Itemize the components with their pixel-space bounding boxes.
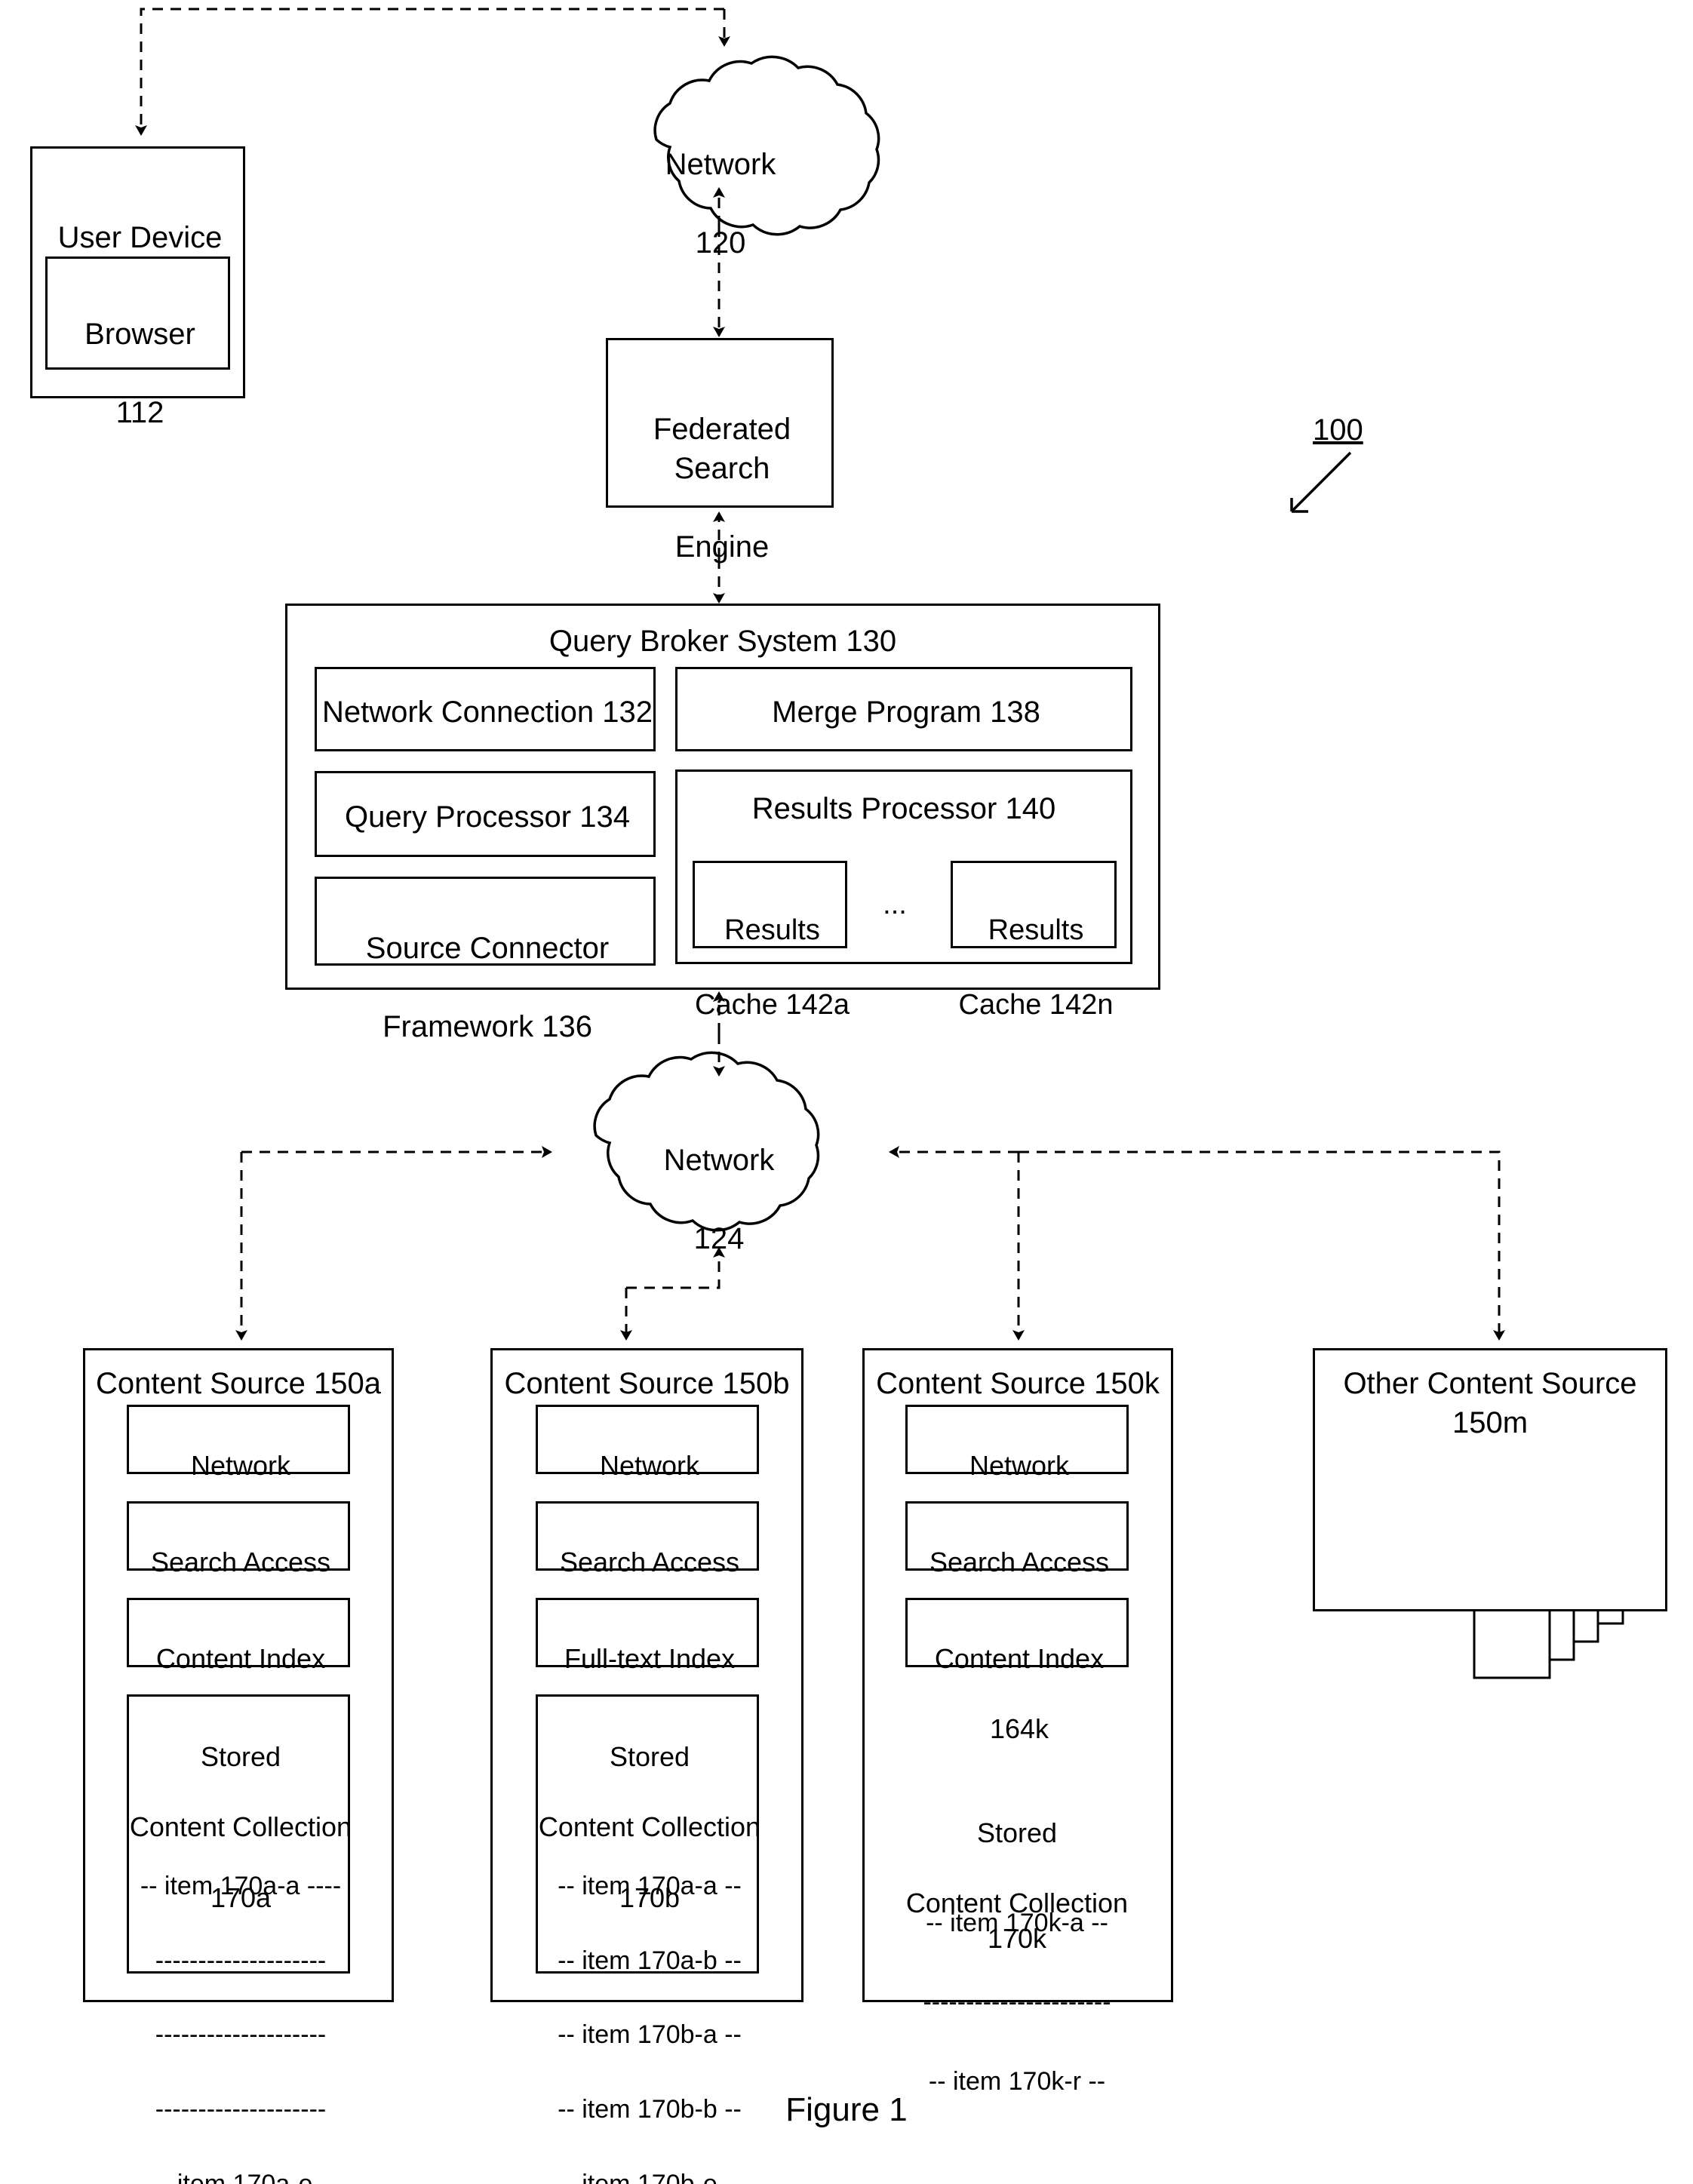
federated-search-engine-box[interactable]: Federated Search Engine 122	[606, 338, 834, 642]
cache-142a-line2: Cache 142a	[695, 989, 850, 1021]
scc170a-line1: Stored	[200, 1740, 281, 1772]
results-cache-142n-label: Results Cache 142n	[953, 875, 1119, 1061]
list-item: -- item 170a-a ----	[140, 1872, 342, 1901]
search-access-162a-box[interactable]: Search Access 162a	[127, 1501, 350, 1648]
query-processor-134-box[interactable]: Query Processor 134	[315, 771, 656, 857]
source-connector-framework-136-box[interactable]: Source Connector Framework 136	[315, 877, 656, 1043]
cache-142n-line1: Results	[988, 914, 1084, 947]
nc160k-line1: Network	[969, 1449, 1070, 1481]
query-broker-system-title: Query Broker System 130	[548, 625, 897, 658]
nc160a-line1: Network	[190, 1449, 291, 1481]
network-connection-132-box[interactable]: Network Connection 132	[315, 667, 656, 751]
search-access-162b-box[interactable]: Search Access 162b	[536, 1501, 759, 1648]
results-cache-142a-box[interactable]: Results Cache 142a	[693, 861, 850, 1021]
query-processor-134-label: Query Processor 134	[345, 800, 630, 834]
network-connection-160b-box[interactable]: Network Connection 160b	[536, 1405, 759, 1551]
full-text-index-164b-box[interactable]: Full-text Index 164b	[536, 1598, 759, 1744]
browser-ref: 112	[115, 396, 164, 429]
content-index-164a-box[interactable]: Content Index 164a	[127, 1598, 350, 1744]
arrow-network124-to-other-cs150m	[1019, 1150, 1505, 1341]
list-item: -- item 170a-a --	[558, 1872, 742, 1901]
ci164k-line1: Content Index	[934, 1642, 1105, 1674]
cache-142a-line1: Results	[724, 914, 820, 947]
list-item: --------------------	[155, 2020, 327, 2050]
scf-line2: Framework 136	[383, 1010, 592, 1043]
browser-box[interactable]: Browser 112	[45, 256, 230, 429]
network-120-title: Network	[665, 148, 776, 181]
list-item: --------------------	[155, 1946, 327, 1975]
content-index-164k-label: Content Index 164k	[908, 1606, 1131, 1783]
scc170b-line1: Stored	[609, 1740, 690, 1772]
fse-line1: Federated Search	[653, 413, 791, 485]
content-index-164k-box[interactable]: Content Index 164k	[905, 1598, 1129, 1744]
scc170b-items: -- item 170a-a -- -- item 170a-b -- -- i…	[538, 1831, 761, 2184]
search-access-162k-box[interactable]: Search Access 162k	[905, 1501, 1129, 1648]
source-connector-framework-136-label: Source Connector Framework 136	[317, 889, 658, 1086]
network-120-label: Network 120	[626, 106, 815, 302]
content-source-150a-title: Content Source 150a	[95, 1367, 382, 1400]
ci164k-line2: 164k	[989, 1713, 1049, 1745]
scc170a-items: -- item 170a-a ---- --------------------…	[129, 1831, 352, 2184]
scf-line1: Source Connector	[365, 932, 610, 965]
system-ref-leader-line	[1290, 451, 1352, 513]
stored-content-collection-170a-box[interactable]: Stored Content Collection 170a -- item 1…	[127, 1694, 352, 2184]
merge-program-138-box[interactable]: Merge Program 138	[675, 667, 1132, 751]
ci164a-line1: Content Index	[155, 1642, 326, 1674]
fse-line2: Engine	[674, 530, 770, 564]
results-processor-140-title: Results Processor 140	[751, 792, 1056, 825]
network-connection-160a-box[interactable]: Network Connection 160a	[127, 1405, 350, 1551]
results-cache-142n-box[interactable]: Results Cache 142n	[951, 861, 1117, 1021]
network-connection-132-label: Network Connection 132	[321, 696, 653, 729]
other-content-source-150m-title: Other Content Source 150m	[1343, 1367, 1637, 1439]
fti164b-line1: Full-text Index	[564, 1642, 736, 1674]
list-item: -- item 170k-a --	[926, 1908, 1108, 1937]
network-124-label: Network 124	[625, 1101, 813, 1298]
browser-label: Browser 112	[48, 275, 232, 472]
system-ref-leader-arrowhead	[1290, 498, 1308, 513]
cache-142n-line2: Cache 142n	[958, 989, 1114, 1021]
list-item: -- item 170b-e --	[558, 2169, 742, 2184]
content-source-150b-title: Content Source 150b	[504, 1367, 790, 1400]
network-120-ref: 120	[695, 226, 746, 260]
content-source-150k-title: Content Source 150k	[876, 1367, 1160, 1400]
network-connection-160k-box[interactable]: Network Connection 160k	[905, 1405, 1129, 1551]
results-cache-ellipsis: ...	[883, 889, 907, 920]
list-item: -- item 170a-b --	[558, 1946, 742, 1975]
patent-figure-page: Network 120 User Device 110 Browser 112 …	[0, 0, 1693, 2184]
sa162k-line1: Search Access	[929, 1546, 1110, 1577]
user-device-title: User Device	[57, 221, 223, 254]
list-item: -- item 170b-a --	[558, 2020, 742, 2050]
sa162b-line1: Search Access	[559, 1546, 740, 1577]
scc170k-line1: Stored	[976, 1817, 1058, 1848]
list-item: --- item 170a-e --	[144, 2169, 337, 2184]
results-cache-142a-label: Results Cache 142a	[695, 875, 850, 1061]
nc160b-line1: Network	[599, 1449, 700, 1481]
list-item: ----------------------	[923, 1988, 1111, 2017]
network-124-title: Network	[663, 1144, 775, 1177]
stored-content-collection-170b-box[interactable]: Stored Content Collection 170b -- item 1…	[536, 1694, 760, 2184]
merge-program-138-label: Merge Program 138	[772, 696, 1040, 729]
system-ref-100: 100	[1313, 413, 1363, 447]
figure-caption: Figure 1	[785, 2091, 908, 2128]
sa162a-line1: Search Access	[150, 1546, 331, 1577]
browser-title: Browser	[84, 318, 195, 351]
network-124-ref: 124	[693, 1222, 745, 1255]
